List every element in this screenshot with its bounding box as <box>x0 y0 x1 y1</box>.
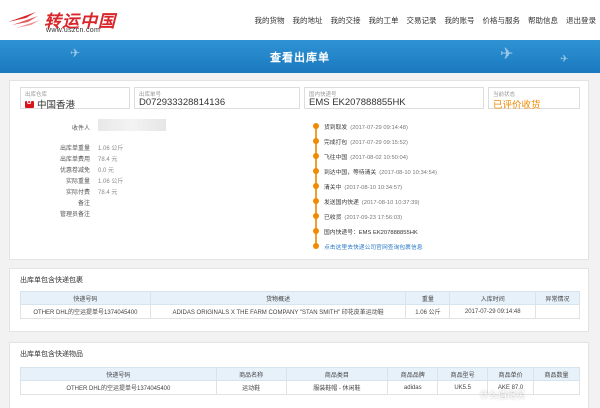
nav-help[interactable]: 帮助信息 <box>528 15 558 26</box>
column-header: 货物概述 <box>149 291 407 305</box>
column-header: 商品单价 <box>487 367 535 381</box>
order-number-value: D072933328814136 <box>139 97 226 108</box>
detail-key: 实际重量 <box>65 179 90 185</box>
table-row: OTHER DHL的空运提单号1374045400 ADIDAS ORIGINA… <box>20 304 580 319</box>
timeline-dot-icon <box>313 183 319 189</box>
column-header: 商品名称 <box>215 367 287 381</box>
detail-value: 78.4 元 <box>98 157 118 163</box>
top-nav: 我的货物 我的地址 我的交接 我的工单 交易记录 我的账号 价格与服务 帮助信息… <box>255 15 597 26</box>
detail-value: 1.06 公斤 <box>98 146 124 152</box>
table-cell: 2017-07-29 09:14:48 <box>449 304 537 319</box>
logo-wing-icon <box>8 12 40 28</box>
hong-kong-flag-icon <box>25 99 34 108</box>
table-cell <box>535 304 580 319</box>
detail-value: 78.4 元 <box>98 190 118 196</box>
nav-my-account[interactable]: 我的账号 <box>445 15 475 26</box>
column-header: 重量 <box>405 291 451 305</box>
table-cell: 运动鞋 <box>215 380 287 395</box>
nav-my-goods[interactable]: 我的货物 <box>255 15 285 26</box>
timeline-dot-icon <box>313 168 319 174</box>
table-cell: 1.06 公斤 <box>405 304 451 319</box>
table-cell <box>533 380 580 395</box>
domestic-tracking-value: EMS EK207888855HK <box>309 97 406 108</box>
timeline-item: 清关中 (2017-08-10 10:34:57) <box>310 181 580 192</box>
timeline-dot-icon <box>313 123 319 129</box>
domestic-tracking-field: 国内快递号 EMS EK207888855HK <box>304 87 484 109</box>
detail-key: 实际付费 <box>65 190 90 196</box>
order-header-fields: 出库仓库 中国香港 出库单号 D072933328814136 国内快递号 EM… <box>20 87 580 111</box>
detail-key: 备注 <box>77 201 90 207</box>
nav-my-address[interactable]: 我的地址 <box>293 15 323 26</box>
packages-table: 快递号码 货物概述 重量 入库时间 异常情况 OTHER DHL的空运提单号13… <box>20 291 580 319</box>
detail-row: 收件人 <box>48 119 248 132</box>
nav-my-tickets[interactable]: 我的工单 <box>369 15 399 26</box>
timeline-item: 发送国内快递 (2017-08-10 10:37:39) <box>310 196 580 207</box>
table-header-row: 快递号码 商品名称 商品类目 商品品牌 商品型号 商品单价 商品数量 <box>20 367 580 381</box>
detail-value: 1.06 公斤 <box>98 179 124 185</box>
column-header: 商品型号 <box>437 367 489 381</box>
nav-my-handover[interactable]: 我的交接 <box>331 15 361 26</box>
table-cell: OTHER DHL的空运提单号1374045400 <box>20 304 151 319</box>
timeline-item: 国内快递号：EMS EK207888855HK <box>310 226 580 237</box>
timeline-item: 飞往中国 (2017-08-02 10:50:04) <box>310 151 580 162</box>
timeline-item: 到达中国，等待清关 (2017-08-10 10:34:54) <box>310 166 580 177</box>
column-header: 快递号码 <box>20 367 217 381</box>
table-cell: ADIDAS ORIGINALS X THE FARM COMPANY "STA… <box>149 304 407 319</box>
detail-key: 出库单费用 <box>59 157 90 163</box>
site-logo[interactable]: 转运中国 www.uszcn.com <box>6 6 126 36</box>
detail-key: 出库单重量 <box>59 146 90 152</box>
track-package-link[interactable]: 点击这里去快递公司官网查询包裹信息 <box>324 242 423 251</box>
timeline-dot-icon <box>313 138 319 144</box>
timeline-item: 完成打包 (2017-07-29 09:15:52) <box>310 136 580 147</box>
column-header: 异常情况 <box>535 291 580 305</box>
status-value: 已评价收货 <box>493 100 541 111</box>
nav-transactions[interactable]: 交易记录 <box>407 15 437 26</box>
detail-row: 优惠卷减免 0.0 元 <box>48 165 248 174</box>
column-header: 商品数量 <box>533 367 580 381</box>
recipient-redacted <box>98 119 166 131</box>
timeline-item: 货到取发 (2017-07-29 09:14:48) <box>310 121 580 132</box>
table-header-row: 快递号码 货物概述 重量 入库时间 异常情况 <box>20 291 580 305</box>
detail-key: 优惠卷减免 <box>59 168 90 174</box>
timeline-dot-icon <box>313 213 319 219</box>
packages-panel: 出库单包含快递包裹 快递号码 货物概述 重量 入库时间 异常情况 OTHER D… <box>9 268 589 332</box>
warehouse-value: 中国香港 <box>25 97 75 111</box>
logo-url: www.uszcn.com <box>46 27 101 34</box>
page-title: 查看出库单 <box>270 52 330 64</box>
column-header: 快递号码 <box>20 291 151 305</box>
timeline-dot-icon <box>313 153 319 159</box>
table-cell: adidas <box>387 380 439 395</box>
order-summary-panel: 出库仓库 中国香港 出库单号 D072933328814136 国内快递号 EM… <box>9 80 589 260</box>
column-header: 商品品牌 <box>387 367 439 381</box>
warehouse-field: 出库仓库 中国香港 <box>20 87 130 111</box>
timeline-dot-icon <box>313 228 319 234</box>
detail-row: 出库单重量 1.06 公斤 <box>48 143 248 152</box>
detail-value: 0.0 元 <box>98 168 115 174</box>
site-header: 转运中国 www.uszcn.com 我的货物 我的地址 我的交接 我的工单 交… <box>0 0 600 40</box>
table-cell: 服装鞋帽 - 休闲鞋 <box>285 380 389 395</box>
timeline-item: 已收货 (2017-09-23 17:56:03) <box>310 211 580 222</box>
timeline-item[interactable]: 点击这里去快递公司官网查询包裹信息 <box>310 241 580 252</box>
column-header: 入库时间 <box>449 291 537 305</box>
detail-key: 管理员备注 <box>59 212 90 218</box>
nav-pricing[interactable]: 价格与服务 <box>483 15 521 26</box>
page-banner: ✈ ✈ ✈ 查看出库单 <box>0 40 600 73</box>
order-number-field: 出库单号 D072933328814136 <box>134 87 300 109</box>
detail-row: 管理员备注 <box>48 209 248 218</box>
detail-key: 收件人 <box>71 126 90 132</box>
column-header: 商品类目 <box>285 367 389 381</box>
nav-logout[interactable]: 退出登录 <box>566 15 596 26</box>
packages-title: 出库单包含快递包裹 <box>20 277 83 284</box>
items-title: 出库单包含快递物品 <box>20 351 83 358</box>
status-field: 当前状态 已评价收货 <box>488 87 580 111</box>
shipping-timeline: 货到取发 (2017-07-29 09:14:48) 完成打包 (2017-07-2… <box>310 121 580 259</box>
detail-row: 实际付费 78.4 元 <box>48 187 248 196</box>
detail-row: 出库单费用 78.4 元 <box>48 154 248 163</box>
watermark-text: 什么值得买 <box>480 390 526 400</box>
timeline-dot-icon <box>313 243 319 249</box>
timeline-dot-icon <box>313 198 319 204</box>
table-cell: OTHER DHL的空运提单号1374045400 <box>20 380 217 395</box>
detail-row: 备注 <box>48 198 248 207</box>
detail-row: 实际重量 1.06 公斤 <box>48 176 248 185</box>
